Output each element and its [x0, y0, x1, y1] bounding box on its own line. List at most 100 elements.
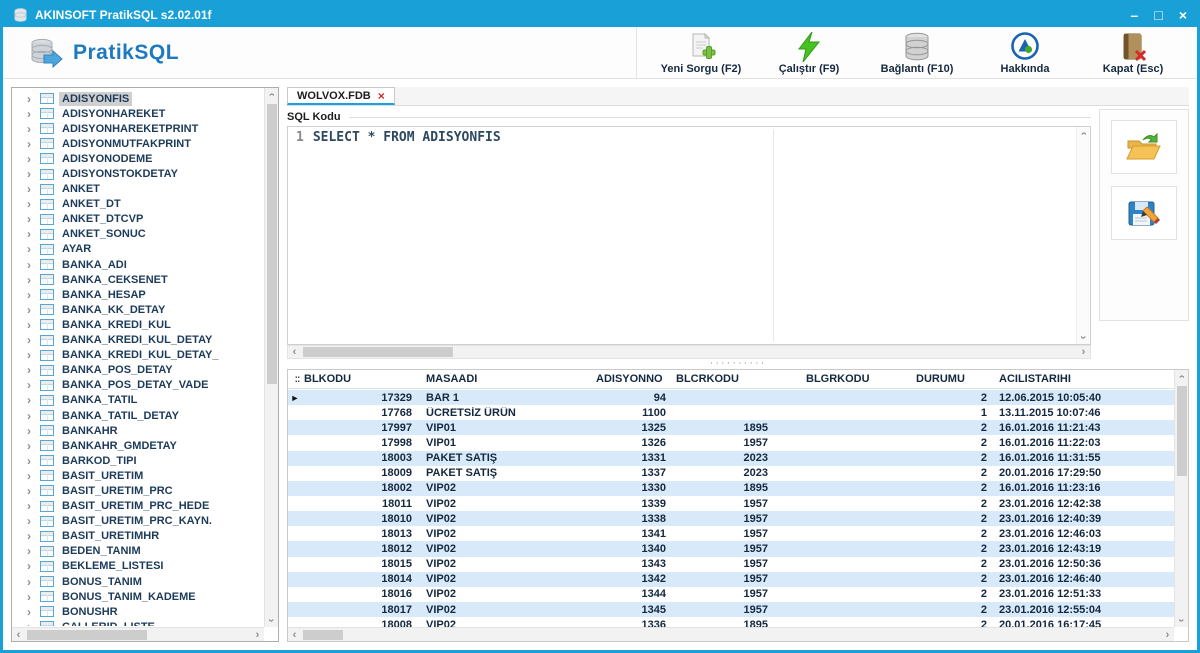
tree-item[interactable]: › BASIT_URETIM — [14, 468, 263, 483]
scroll-up-icon[interactable]: › — [265, 88, 278, 101]
table-row[interactable]: 18003 PAKET SATIŞ 1331 2023 2 16.01.2016… — [288, 451, 1174, 466]
tree-item[interactable]: › ADISYONSTOKDETAY — [14, 166, 263, 181]
chevron-right-icon[interactable]: › — [27, 319, 35, 331]
chevron-right-icon[interactable]: › — [27, 334, 35, 346]
tree-horizontal-scrollbar[interactable]: ‹ › — [12, 627, 264, 641]
chevron-right-icon[interactable]: › — [27, 545, 35, 557]
tree-item[interactable]: › BANKA_HESAP — [14, 287, 263, 302]
scroll-left-icon[interactable]: ‹ — [288, 346, 301, 359]
exit-button[interactable]: Kapat (Esc) — [1079, 29, 1187, 78]
scrollbar-thumb[interactable] — [27, 630, 147, 640]
scrollbar-thumb[interactable] — [267, 104, 277, 384]
chevron-right-icon[interactable]: › — [27, 108, 35, 120]
splitter-handle[interactable]: ·········· — [287, 359, 1189, 369]
tree-item[interactable]: › BANKA_ADI — [14, 257, 263, 272]
tree-item[interactable]: › BARKOD_TIPI — [14, 453, 263, 468]
scroll-down-icon[interactable]: › — [1175, 614, 1188, 627]
minimize-button[interactable]: – — [1131, 8, 1139, 22]
chevron-right-icon[interactable]: › — [27, 410, 35, 422]
chevron-right-icon[interactable]: › — [27, 304, 35, 316]
scroll-up-icon[interactable]: › — [1175, 370, 1188, 383]
column-header-masaadi[interactable]: MASAADI — [422, 373, 592, 385]
chevron-right-icon[interactable]: › — [27, 289, 35, 301]
connection-button[interactable]: Bağlantı (F10) — [863, 29, 971, 78]
chevron-right-icon[interactable]: › — [27, 153, 35, 165]
chevron-right-icon[interactable]: › — [27, 394, 35, 406]
tree-item[interactable]: › ANKET_DTCVP — [14, 212, 263, 227]
scroll-right-icon[interactable]: › — [1077, 346, 1090, 359]
tree-item[interactable]: › ANKET — [14, 182, 263, 197]
new-query-button[interactable]: Yeni Sorgu (F2) — [647, 29, 755, 78]
chevron-right-icon[interactable]: › — [27, 470, 35, 482]
table-row[interactable]: 18016 VIP02 1344 1957 2 23.01.2016 12:51… — [288, 587, 1174, 602]
tree-item[interactable]: › ADISYONODEME — [14, 151, 263, 166]
scroll-down-icon[interactable]: › — [265, 614, 278, 627]
tree-item[interactable]: › BANKA_CEKSENET — [14, 272, 263, 287]
column-header-acilistarihi[interactable]: ACILISTARIHI — [990, 373, 1174, 385]
chevron-right-icon[interactable]: › — [27, 138, 35, 150]
chevron-right-icon[interactable]: › — [27, 364, 35, 376]
table-row[interactable]: 18015 VIP02 1343 1957 2 23.01.2016 12:50… — [288, 557, 1174, 572]
chevron-right-icon[interactable]: › — [27, 500, 35, 512]
tree-item[interactable]: › BANKAHR — [14, 423, 263, 438]
tree-item[interactable]: › BANKA_KK_DETAY — [14, 302, 263, 317]
chevron-right-icon[interactable]: › — [27, 213, 35, 225]
scrollbar-thumb[interactable] — [303, 630, 343, 640]
table-row[interactable]: 18012 VIP02 1340 1957 2 23.01.2016 12:43… — [288, 541, 1174, 556]
scrollbar-thumb[interactable] — [303, 347, 453, 357]
chevron-right-icon[interactable]: › — [27, 591, 35, 603]
tree-item[interactable]: › BASIT_URETIM_PRC_HEDE — [14, 499, 263, 514]
scroll-right-icon[interactable]: › — [1161, 628, 1174, 641]
scroll-right-icon[interactable]: › — [251, 628, 264, 641]
table-row[interactable]: 18013 VIP02 1341 1957 2 23.01.2016 12:46… — [288, 526, 1174, 541]
tree-item[interactable]: › ADISYONFIS — [14, 91, 263, 106]
chevron-right-icon[interactable]: › — [27, 274, 35, 286]
tree-item[interactable]: › ADISYONMUTFAKPRINT — [14, 136, 263, 151]
chevron-right-icon[interactable]: › — [27, 440, 35, 452]
chevron-right-icon[interactable]: › — [27, 606, 35, 618]
tree-item[interactable]: › BONUS_TANIM_KADEME — [14, 589, 263, 604]
table-row[interactable]: 18017 VIP02 1345 1957 2 23.01.2016 12:55… — [288, 602, 1174, 617]
sql-editor[interactable]: 1SELECT * FROM ADISYONFIS › › — [287, 126, 1091, 345]
tree-item[interactable]: › BANKA_KREDI_KUL_DETAY_ — [14, 348, 263, 363]
chevron-right-icon[interactable]: › — [27, 455, 35, 467]
tree-item[interactable]: › BEKLEME_LISTESI — [14, 559, 263, 574]
table-row[interactable]: 18009 PAKET SATIŞ 1337 2023 2 20.01.2016… — [288, 466, 1174, 481]
tree-item[interactable]: › BANKA_TATIL_DETAY — [14, 408, 263, 423]
grid-vertical-scrollbar[interactable]: › › — [1174, 370, 1188, 627]
tree-item[interactable]: › BASIT_URETIMHR — [14, 529, 263, 544]
tree-item[interactable]: › ADISYONHAREKETPRINT — [14, 121, 263, 136]
save-sql-file-button[interactable] — [1111, 186, 1177, 240]
chevron-right-icon[interactable]: › — [27, 198, 35, 210]
table-row[interactable]: 18010 VIP02 1338 1957 2 23.01.2016 12:40… — [288, 511, 1174, 526]
tab-close-icon[interactable]: × — [378, 89, 385, 103]
tree-item[interactable]: › AYAR — [14, 242, 263, 257]
grid-horizontal-scrollbar[interactable]: ‹ › — [288, 627, 1174, 641]
tab-wolvox-fdb[interactable]: WOLVOX.FDB × — [287, 87, 395, 105]
table-row[interactable]: 17998 VIP01 1326 1957 2 16.01.2016 11:22… — [288, 435, 1174, 450]
open-sql-file-button[interactable] — [1111, 120, 1177, 174]
tree-item[interactable]: › CALLERID_LISTE — [14, 619, 263, 626]
table-row[interactable]: 18011 VIP02 1339 1957 2 23.01.2016 12:42… — [288, 496, 1174, 511]
table-row[interactable]: 18014 VIP02 1342 1957 2 23.01.2016 12:46… — [288, 572, 1174, 587]
scroll-left-icon[interactable]: ‹ — [288, 628, 301, 641]
close-button[interactable]: × — [1179, 8, 1187, 22]
tree-item[interactable]: › BANKA_POS_DETAY_VADE — [14, 378, 263, 393]
tree-item[interactable]: › BANKA_POS_DETAY — [14, 363, 263, 378]
chevron-right-icon[interactable]: › — [27, 183, 35, 195]
chevron-right-icon[interactable]: › — [27, 93, 35, 105]
maximize-button[interactable]: □ — [1154, 8, 1162, 22]
table-row[interactable]: 17768 ÜCRETSİZ ÜRÜN 1100 1 13.11.2015 10… — [288, 405, 1174, 420]
chevron-right-icon[interactable]: › — [27, 243, 35, 255]
chevron-right-icon[interactable]: › — [27, 576, 35, 588]
tree-item[interactable]: › BANKAHR_GMDETAY — [14, 438, 263, 453]
column-header-blkodu[interactable]: BLKODU — [302, 373, 422, 385]
column-header-blgrkodu[interactable]: BLGRKODU — [802, 373, 912, 385]
scrollbar-thumb[interactable] — [1177, 386, 1187, 476]
chevron-right-icon[interactable]: › — [27, 349, 35, 361]
chevron-right-icon[interactable]: › — [27, 379, 35, 391]
column-header-adisyonno[interactable]: ADISYONNO — [592, 373, 672, 385]
run-button[interactable]: Çalıştır (F9) — [755, 29, 863, 78]
chevron-right-icon[interactable]: › — [27, 530, 35, 542]
tree-item[interactable]: › ANKET_DT — [14, 197, 263, 212]
